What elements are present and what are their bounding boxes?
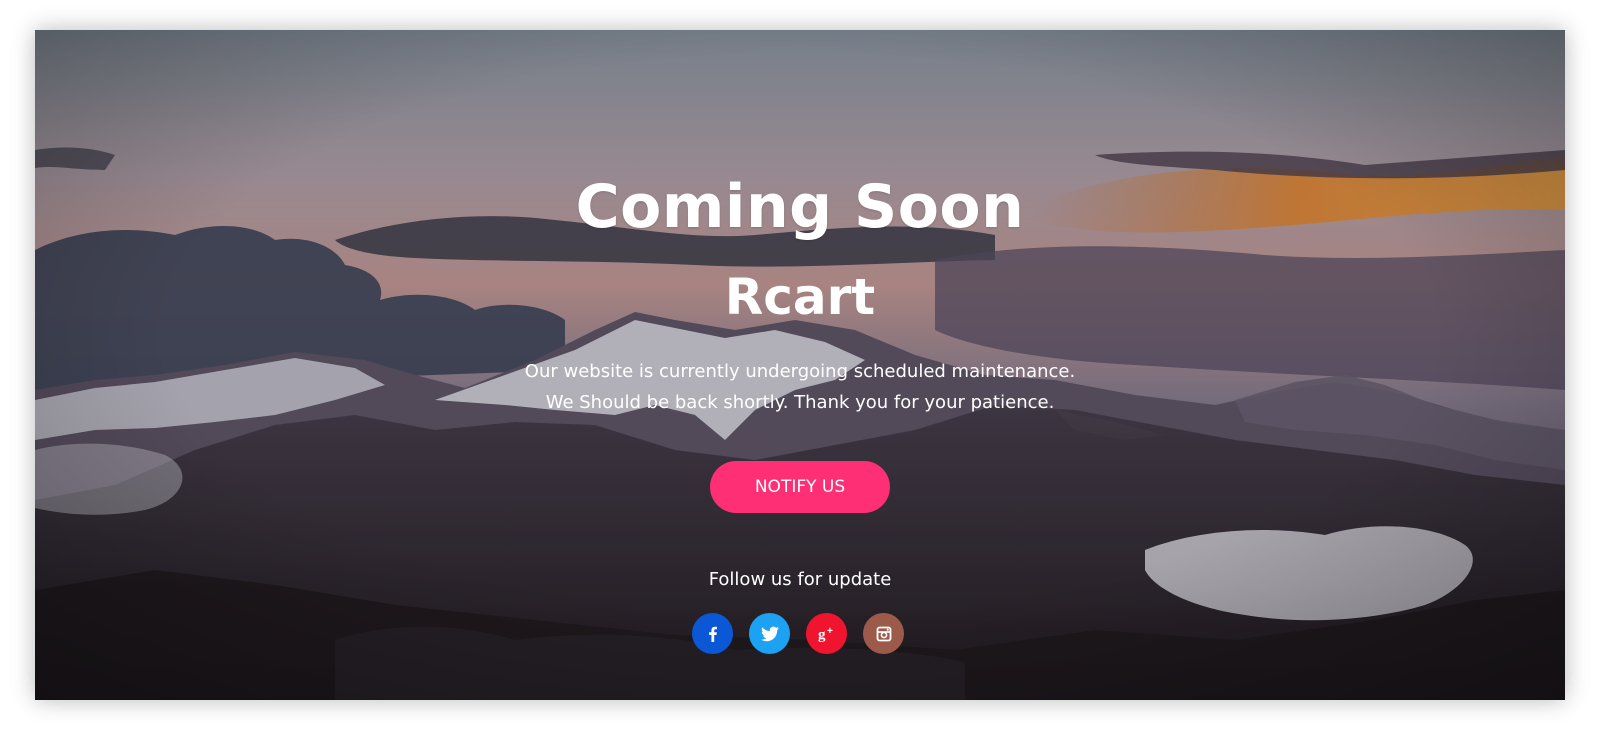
instagram-icon: [876, 626, 891, 641]
svg-text:g: g: [818, 627, 826, 642]
follow-us-text: Follow us for update: [708, 569, 892, 590]
facebook-icon: [708, 626, 717, 642]
maintenance-message-line2: We Should be back shortly. Thank you for…: [545, 392, 1055, 413]
hero-section: Coming Soon Rcart Our website is current…: [35, 30, 1565, 700]
coming-soon-content: Coming Soon Rcart Our website is current…: [35, 30, 1565, 700]
twitter-link[interactable]: [749, 613, 790, 654]
brand-name: Rcart: [724, 268, 876, 326]
page-title: Coming Soon: [575, 172, 1025, 242]
google-plus-link[interactable]: g +: [806, 613, 847, 654]
maintenance-message: Our website is currently undergoing sche…: [35, 356, 1565, 418]
google-plus-icon: g +: [818, 626, 833, 642]
social-links: g +: [692, 613, 912, 655]
instagram-link[interactable]: [863, 613, 904, 654]
notify-us-button[interactable]: NOTIFY US: [710, 461, 890, 513]
twitter-icon: [760, 626, 779, 641]
svg-text:+: +: [827, 626, 833, 637]
facebook-link[interactable]: [692, 613, 733, 654]
maintenance-message-line1: Our website is currently undergoing sche…: [524, 361, 1076, 382]
